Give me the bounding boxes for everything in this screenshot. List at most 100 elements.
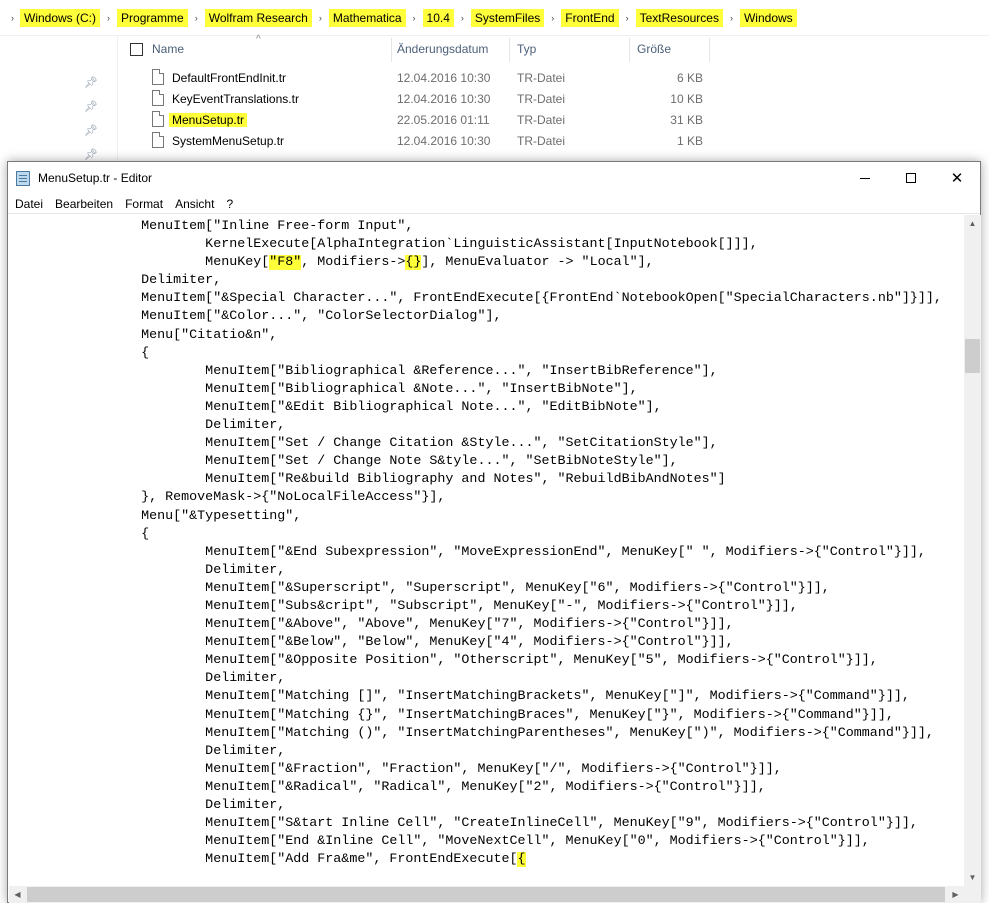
column-header-type[interactable]: Typ — [517, 42, 536, 56]
minimize-icon — [860, 177, 870, 179]
code-line: Delimiter, — [13, 798, 286, 813]
breadcrumb-item[interactable]: Programme — [117, 9, 188, 27]
file-type: TR-Datei — [517, 71, 566, 85]
breadcrumb-separator-icon[interactable]: › — [413, 13, 416, 23]
code-line: }, RemoveMask->{"NoLocalFileAccess"}], — [13, 490, 446, 506]
pin-icon[interactable]: 📌︎ — [84, 124, 98, 137]
minimize-button[interactable] — [842, 162, 888, 194]
breadcrumb-separator-icon[interactable]: › — [551, 13, 554, 23]
menu-format[interactable]: Format — [119, 197, 169, 211]
code-line: MenuItem["Matching []", "InsertMatchingB… — [13, 689, 910, 705]
breadcrumb: › Windows (C:) › Programme › Wolfram Research… — [11, 9, 797, 27]
notepad-icon[interactable] — [16, 171, 30, 186]
file-row[interactable]: SystemMenuSetup.tr 12.04.2016 10:30 TR-Dat… — [118, 130, 718, 151]
title-bar[interactable]: MenuSetup.tr - Editor ✕ — [8, 162, 980, 194]
code-line: { — [13, 526, 150, 542]
pin-icon[interactable]: 📌︎ — [84, 100, 98, 113]
file-icon — [152, 111, 164, 127]
breadcrumb-separator-icon[interactable]: › — [107, 13, 110, 23]
code-line: MenuItem["Re&build Bibliography and Note… — [13, 472, 726, 488]
file-type: TR-Datei — [517, 113, 566, 127]
text-editor[interactable]: MenuItem["Inline Free-form Input", Kerne… — [9, 215, 964, 886]
column-header-date[interactable]: Änderungsdatum — [397, 42, 488, 56]
horizontal-scrollbar[interactable]: ◀ ▶ — [9, 886, 964, 903]
code-line: MenuItem["S&tart Inline Cell", "CreateIn… — [13, 816, 918, 832]
menu-ansicht[interactable]: Ansicht — [169, 197, 220, 211]
code-line: MenuItem["Set / Change Citation &Style..… — [13, 436, 718, 452]
breadcrumb-item[interactable]: SystemFiles — [470, 9, 545, 27]
code-line: MenuItem["&Below", "Below", MenuKey["4",… — [13, 635, 734, 651]
code-line: MenuItem["&Fraction", "Fraction", MenuKe… — [13, 761, 782, 777]
file-row[interactable]: MenuSetup.tr 22.05.2016 01:11 TR-Datei 31 K… — [118, 109, 718, 130]
address-bar[interactable]: › Windows (C:) › Programme › Wolfram Research… — [0, 0, 989, 36]
breadcrumb-separator-icon[interactable]: › — [319, 13, 322, 23]
breadcrumb-item[interactable]: Windows (C:) — [20, 9, 101, 27]
code-line: MenuItem["Add Fra&me", FrontEndExecute[{ — [13, 852, 526, 868]
file-size: 31 KB — [670, 113, 703, 127]
code-line: MenuItem["&Opposite Position", "Otherscr… — [13, 653, 878, 669]
code-line: Delimiter, — [13, 671, 286, 687]
editor-content: MenuItem["Inline Free-form Input", Kerne… — [13, 218, 942, 869]
column-divider[interactable] — [509, 38, 510, 62]
file-date: 12.04.2016 10:30 — [397, 71, 491, 85]
code-line: MenuItem["&Special Character...", FrontE… — [13, 291, 942, 307]
file-icon — [152, 90, 164, 106]
menu-datei[interactable]: Datei — [8, 197, 49, 211]
code-line: KernelExecute[AlphaIntegration`Linguisti… — [13, 237, 758, 253]
code-line: MenuItem["Matching ()", "InsertMatchingP… — [13, 725, 934, 741]
column-header-size[interactable]: Größe — [637, 42, 671, 56]
column-divider[interactable] — [709, 38, 710, 62]
horizontal-scroll-thumb[interactable] — [27, 887, 945, 902]
scroll-down-icon[interactable]: ▼ — [964, 869, 981, 886]
breadcrumb-separator-icon[interactable]: › — [11, 13, 14, 23]
code-line: { — [13, 345, 150, 361]
text-highlight: {} — [405, 255, 422, 271]
scroll-right-icon[interactable]: ▶ — [947, 886, 964, 903]
file-name: DefaultFrontEndInit.tr — [172, 71, 287, 85]
vertical-scrollbar[interactable]: ▲ ▼ — [964, 215, 981, 886]
resize-grip[interactable] — [964, 886, 981, 903]
breadcrumb-item[interactable]: Mathematica — [328, 9, 406, 27]
column-divider[interactable] — [629, 38, 630, 62]
column-divider[interactable] — [391, 38, 392, 62]
code-line: Delimiter, — [13, 562, 286, 578]
file-row[interactable]: DefaultFrontEndInit.tr 12.04.2016 10:30 TR… — [118, 67, 718, 88]
file-type: TR-Datei — [517, 134, 566, 148]
menu-help[interactable]: ? — [220, 197, 239, 211]
breadcrumb-item[interactable]: Wolfram Research — [204, 9, 312, 27]
file-size: 6 KB — [676, 71, 703, 85]
code-line: MenuItem["&Edit Bibliographical Note..."… — [13, 399, 662, 415]
breadcrumb-separator-icon[interactable]: › — [195, 13, 198, 23]
code-line: Delimiter, — [13, 273, 222, 289]
column-header-name[interactable]: Name — [152, 42, 184, 56]
breadcrumb-item[interactable]: Windows — [739, 9, 797, 27]
file-icon — [152, 132, 164, 148]
menu-bar: Datei Bearbeiten Format Ansicht ? — [8, 194, 980, 214]
code-line: MenuKey["F8", Modifiers->{}], MenuEvalua… — [13, 255, 654, 271]
breadcrumb-item[interactable]: FrontEnd — [561, 9, 619, 27]
file-list-header: ^ Name Änderungsdatum Typ Größe — [118, 34, 718, 64]
breadcrumb-separator-icon[interactable]: › — [626, 13, 629, 23]
pin-icon[interactable]: 📌︎ — [84, 76, 98, 89]
code-line: MenuItem["&Radical", "Radical", MenuKey[… — [13, 779, 766, 795]
menu-bearbeiten[interactable]: Bearbeiten — [49, 197, 119, 211]
code-line: MenuItem["End &Inline Cell", "MoveNextCe… — [13, 834, 870, 850]
maximize-button[interactable] — [888, 162, 934, 194]
pin-icon[interactable]: 📌︎ — [84, 148, 98, 161]
select-all-checkbox[interactable] — [130, 43, 143, 56]
code-line: MenuItem["Bibliographical &Note...", "In… — [13, 381, 638, 397]
file-name: SystemMenuSetup.tr — [172, 134, 285, 148]
breadcrumb-item[interactable]: TextResources — [635, 9, 723, 27]
breadcrumb-item[interactable]: 10.4 — [422, 9, 454, 27]
file-row[interactable]: KeyEventTranslations.tr 12.04.2016 10:30 T… — [118, 88, 718, 109]
code-line: MenuItem["Inline Free-form Input", — [13, 219, 414, 234]
close-icon: ✕ — [950, 169, 964, 187]
explorer-scrollbar[interactable] — [971, 36, 989, 160]
close-button[interactable]: ✕ — [934, 162, 980, 194]
code-line: Delimiter, — [13, 743, 286, 759]
scroll-up-icon[interactable]: ▲ — [964, 215, 981, 232]
breadcrumb-separator-icon[interactable]: › — [730, 13, 733, 23]
vertical-scroll-thumb[interactable] — [965, 339, 980, 373]
breadcrumb-separator-icon[interactable]: › — [461, 13, 464, 23]
scroll-left-icon[interactable]: ◀ — [9, 886, 26, 903]
